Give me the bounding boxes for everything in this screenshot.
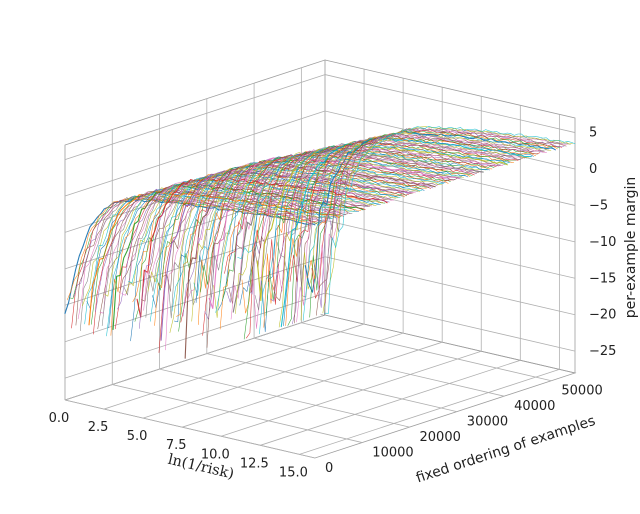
z-tick-label: 5 (589, 126, 597, 141)
x-tick-label: 5.0 (127, 429, 148, 444)
x-tick-label: 12.5 (240, 456, 269, 471)
z-tick-label: −25 (589, 344, 616, 359)
x-tick-label: 7.5 (166, 438, 187, 453)
y-tick-label: 20000 (420, 430, 461, 445)
y-tick-label: 0 (325, 461, 333, 476)
z-axis-label: per-example margin (623, 177, 639, 319)
z-tick-label: −20 (589, 308, 616, 323)
z-tick-label: −15 (589, 271, 616, 286)
z-tick-label: −5 (589, 198, 608, 213)
y-tick-label: 30000 (467, 415, 508, 430)
x-tick-label: 0.0 (49, 411, 70, 426)
y-tick-label: 10000 (372, 446, 413, 461)
x-tick-label: 2.5 (88, 420, 109, 435)
chart-3d: 0.02.55.07.510.012.515.00100002000030000… (0, 0, 640, 514)
y-tick-label: 50000 (561, 384, 602, 399)
y-tick-label: 40000 (514, 399, 555, 414)
x-tick-label: 15.0 (279, 465, 308, 480)
z-tick-label: −10 (589, 235, 616, 250)
z-tick-label: 0 (589, 162, 597, 177)
